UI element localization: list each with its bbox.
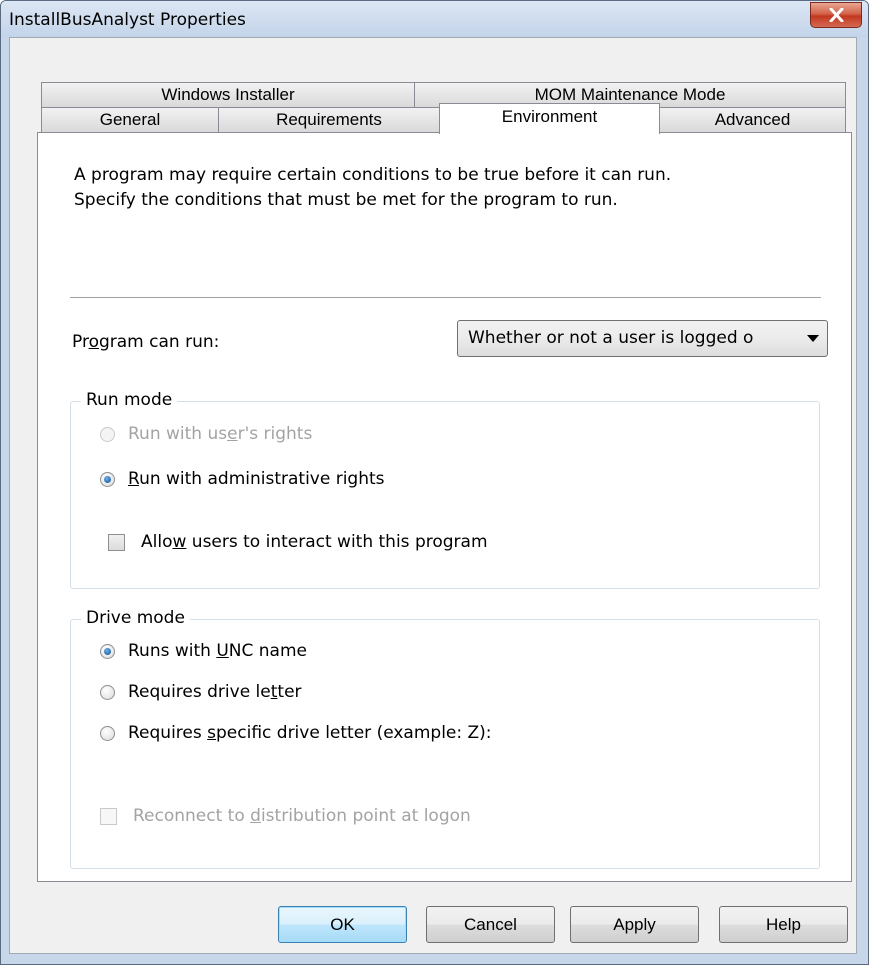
tab-label: General: [99, 110, 161, 129]
drive-mode-group: Drive mode Runs with UNC name Requires d…: [70, 608, 820, 869]
label-text: Requires drive le: [128, 682, 271, 702]
label-text: Pr: [72, 332, 89, 352]
access-key: d: [250, 806, 261, 826]
run-mode-group: Run mode Run with user's rights Run with…: [70, 390, 820, 589]
run-with-users-rights-option[interactable]: Run with user's rights: [100, 424, 312, 444]
separator-line: [70, 297, 821, 299]
allow-users-interact-option[interactable]: Allow users to interact with this progra…: [108, 532, 488, 552]
option-label: Requires specific drive letter (example:…: [128, 723, 492, 743]
access-key: o: [88, 332, 99, 352]
tab-general[interactable]: General: [41, 107, 219, 132]
close-button[interactable]: [810, 2, 862, 28]
radio-selected-icon: [100, 644, 115, 659]
tab-label: Windows Installer: [161, 85, 295, 104]
tab-windows-installer[interactable]: Windows Installer: [41, 82, 415, 107]
option-label: Allow users to interact with this progra…: [141, 532, 488, 552]
run-with-admin-rights-option[interactable]: Run with administrative rights: [100, 469, 385, 489]
label-text: users to interact with this program: [186, 532, 488, 552]
requires-drive-letter-option[interactable]: Requires drive letter: [100, 682, 302, 702]
environment-tab-panel: A program may require certain conditions…: [37, 132, 852, 882]
checkbox-unchecked-icon: [100, 808, 117, 825]
tab-label: MOM Maintenance Mode: [534, 85, 726, 104]
label-text: un with administrative rights: [139, 469, 385, 489]
radio-unselected-icon: [100, 427, 115, 442]
label-text: istribution point at logon: [260, 806, 471, 826]
option-label: Runs with UNC name: [128, 641, 307, 661]
checkbox-unchecked-icon: [108, 534, 125, 551]
tab-label: Environment: [501, 107, 598, 126]
option-label: Requires drive letter: [128, 682, 302, 702]
access-key: w: [172, 532, 187, 552]
radio-unselected-icon: [100, 726, 115, 741]
run-mode-title: Run mode: [81, 390, 178, 410]
label-text: gram can run:: [98, 332, 220, 352]
apply-button[interactable]: Apply: [570, 906, 699, 943]
tab-label: Requirements: [276, 110, 382, 129]
program-can-run-dropdown[interactable]: Whether or not a user is logged o: [457, 320, 828, 357]
label-text: ter: [277, 682, 302, 702]
access-key: R: [128, 469, 140, 489]
requires-specific-drive-letter-option[interactable]: Requires specific drive letter (example:…: [100, 723, 492, 743]
description-line-1: A program may require certain conditions…: [74, 165, 672, 185]
description-text: A program may require certain conditions…: [74, 163, 814, 213]
dialog-client-area: Windows Installer MOM Maintenance Mode G…: [9, 37, 857, 954]
label-text: pecific drive letter (example: Z):: [216, 723, 492, 743]
help-button[interactable]: Help: [719, 906, 848, 943]
tab-requirements[interactable]: Requirements: [218, 107, 440, 132]
label-text: Runs with: [128, 641, 217, 661]
drive-mode-title: Drive mode: [81, 608, 190, 628]
radio-selected-icon: [100, 472, 115, 487]
title-bar[interactable]: InstallBusAnalyst Properties: [1, 1, 868, 37]
tab-label: Advanced: [714, 110, 791, 129]
access-key: s: [207, 723, 216, 743]
ok-button[interactable]: OK: [278, 906, 407, 943]
runs-with-unc-name-option[interactable]: Runs with UNC name: [100, 641, 307, 661]
reconnect-distribution-point-option[interactable]: Reconnect to distribution point at logon: [100, 806, 471, 826]
label-text: NC name: [228, 641, 307, 661]
close-x-icon: [829, 8, 844, 22]
tab-environment[interactable]: Environment: [439, 103, 660, 134]
label-text: Requires: [128, 723, 208, 743]
window-title: InstallBusAnalyst Properties: [9, 10, 246, 30]
option-label: Run with administrative rights: [128, 469, 385, 489]
option-label: Run with user's rights: [128, 424, 312, 444]
properties-window: InstallBusAnalyst Properties Windows Ins…: [0, 0, 869, 965]
tab-advanced[interactable]: Advanced: [659, 107, 846, 132]
dropdown-selected-value: Whether or not a user is logged o: [468, 328, 754, 348]
access-key: U: [216, 641, 229, 661]
radio-unselected-icon: [100, 685, 115, 700]
label-text: Reconnect to: [133, 806, 251, 826]
cancel-button[interactable]: Cancel: [426, 906, 555, 943]
label-text: r's rights: [237, 424, 313, 444]
access-key: e: [227, 424, 238, 444]
chevron-down-icon: [807, 335, 819, 342]
description-line-2: Specify the conditions that must be met …: [74, 190, 618, 210]
option-label: Reconnect to distribution point at logon: [133, 806, 471, 826]
program-can-run-label: Program can run:: [72, 332, 219, 352]
label-text: Allo: [141, 532, 173, 552]
label-text: Run with us: [128, 424, 228, 444]
